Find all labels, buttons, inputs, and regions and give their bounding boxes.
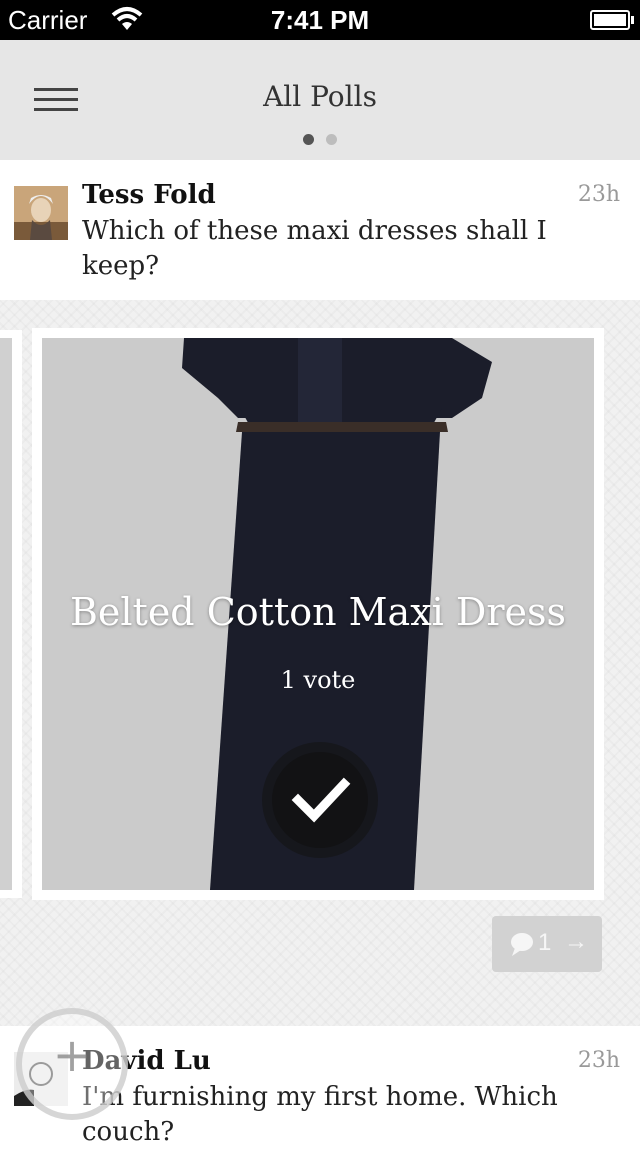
checkmark-icon (291, 777, 351, 823)
poll-timestamp: 23h (577, 182, 620, 207)
speech-bubble-icon (511, 933, 533, 956)
page-dot-2[interactable] (326, 134, 337, 145)
vote-count: 1 vote (280, 666, 356, 694)
battery-icon (590, 10, 634, 30)
comments-button[interactable]: 1 → (492, 916, 602, 972)
poll-question: I'm furnishing my first home. Which couc… (82, 1082, 558, 1147)
page-title: All Polls (263, 80, 377, 113)
page-indicator[interactable] (0, 130, 640, 149)
previous-option-card[interactable] (0, 330, 22, 898)
arrow-right-icon: → (564, 928, 588, 955)
status-bar: Carrier 7:41 PM (0, 0, 640, 40)
avatar[interactable] (14, 186, 68, 240)
comment-count: 1 (538, 929, 552, 956)
clock: 7:41 PM (270, 5, 370, 35)
plus-icon: + (52, 1028, 92, 1082)
option-label: Belted Cotton Maxi Dress (69, 590, 566, 634)
poll-author[interactable]: Tess Fold (82, 180, 216, 210)
poll-question: Which of these maxi dresses shall I keep… (82, 216, 547, 281)
page-dot-1[interactable] (303, 134, 314, 145)
add-poll-button[interactable]: + (16, 1008, 128, 1120)
poll-timestamp: 23h (577, 1048, 620, 1073)
vote-button[interactable] (262, 742, 378, 858)
